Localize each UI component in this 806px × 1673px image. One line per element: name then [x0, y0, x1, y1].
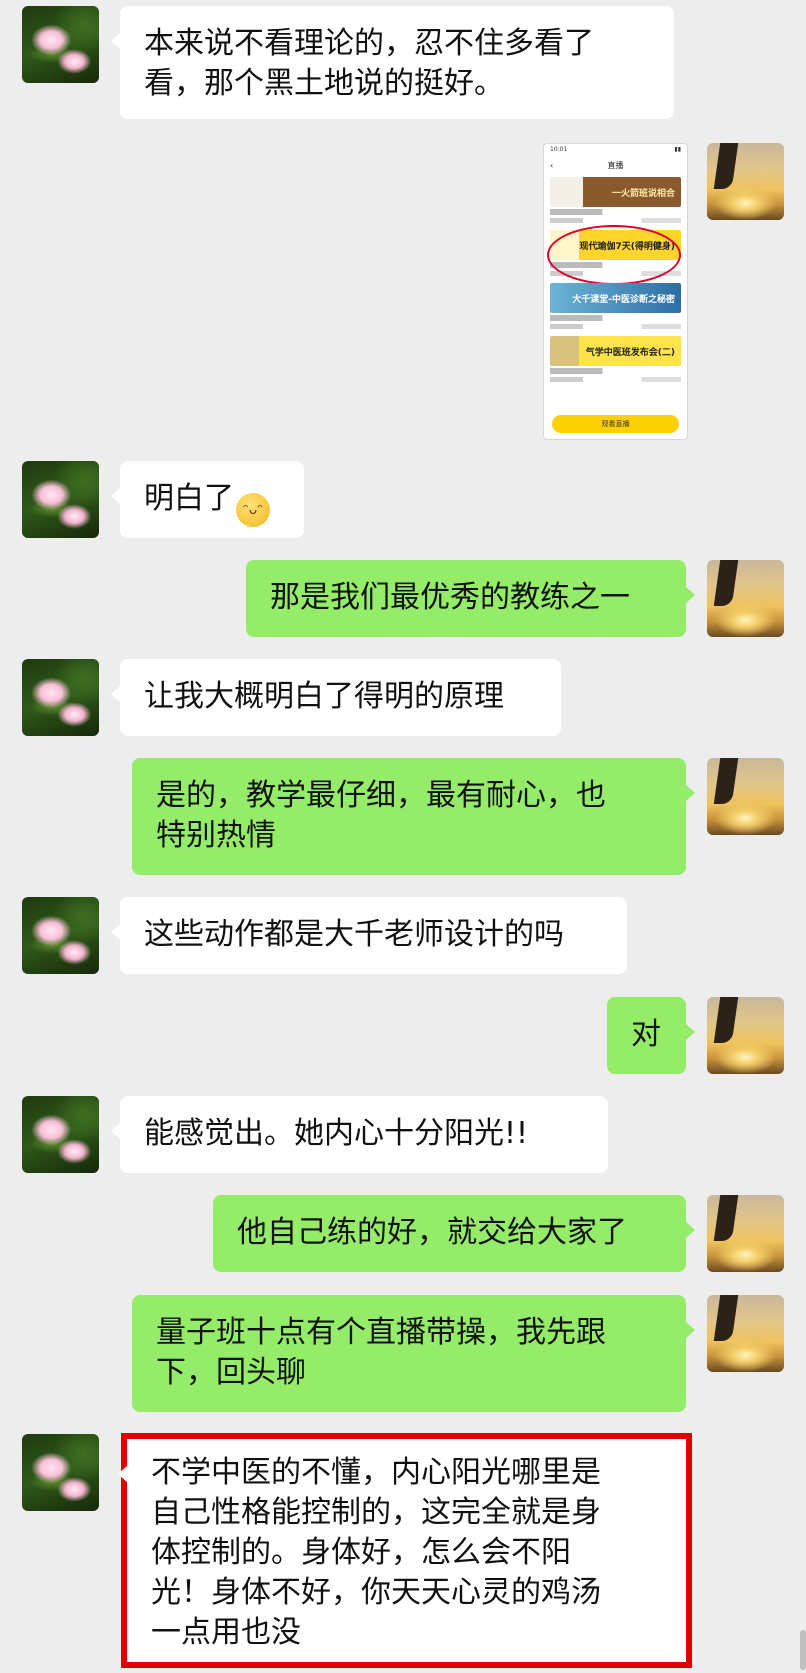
- thumb-watch-button: 观看直播: [552, 415, 679, 433]
- message-incoming-highlighted[interactable]: 不学中医的不懂，内心阳光哪里是 自己性格能控制的，这完全就是身 体控制的。身体好…: [118, 1439, 686, 1662]
- thumb-card: 现代瑜伽7天(得明健身): [547, 225, 681, 285]
- scrollbar[interactable]: [800, 1630, 806, 1670]
- message-outgoing[interactable]: 量子班十点有个直播带操，我先跟 下，回头聊: [132, 1295, 695, 1412]
- thumb-status-icons: ▮▮: [674, 146, 681, 153]
- message-incoming[interactable]: 能感觉出。她内心十分阳光!!: [111, 1096, 608, 1173]
- self-avatar[interactable]: [707, 758, 784, 835]
- message-outgoing[interactable]: 那是我们最优秀的教练之一: [246, 560, 695, 637]
- message-outgoing[interactable]: 他自己练的好，就交给大家了: [213, 1195, 695, 1272]
- self-avatar[interactable]: [707, 143, 784, 220]
- message-incoming[interactable]: 让我大概明白了得明的原理: [111, 659, 561, 736]
- contact-avatar[interactable]: [22, 1434, 99, 1511]
- thumb-card: 大千课堂-中医诊断之秘密: [550, 283, 681, 333]
- contact-avatar[interactable]: [22, 659, 99, 736]
- self-avatar[interactable]: [707, 1295, 784, 1372]
- message-incoming[interactable]: 明白了 ᵔᴗᵔ: [111, 461, 304, 538]
- thumb-title: 直播: [607, 161, 624, 170]
- thumb-card: 一火箭班说相合: [550, 177, 681, 227]
- grinning-face-emoji-icon: ᵔᴗᵔ: [236, 493, 270, 527]
- message-outgoing[interactable]: 是的，教学最仔细，最有耐心，也 特别热情: [132, 758, 695, 875]
- message-incoming[interactable]: 本来说不看理论的，忍不住多看了 看，那个黑土地说的挺好。: [111, 6, 674, 119]
- contact-avatar[interactable]: [22, 461, 99, 538]
- contact-avatar[interactable]: [22, 1096, 99, 1173]
- thumb-card: 气学中医班发布会(二): [550, 336, 681, 386]
- contact-avatar[interactable]: [22, 6, 99, 83]
- message-text: 明白了: [144, 481, 234, 516]
- message-incoming[interactable]: 这些动作都是大千老师设计的吗: [111, 897, 627, 974]
- thumb-back-icon: ‹: [550, 161, 554, 170]
- message-outgoing[interactable]: 对: [607, 997, 695, 1074]
- self-avatar[interactable]: [707, 1195, 784, 1272]
- contact-avatar[interactable]: [22, 897, 99, 974]
- image-message-thumbnail[interactable]: 10:01 ▮▮ ‹ 直播 一火箭班说相合 现代瑜伽7天(得明健身) 大千课堂-中医…: [543, 143, 688, 440]
- self-avatar[interactable]: [707, 997, 784, 1074]
- thumb-status-time: 10:01: [550, 146, 568, 153]
- self-avatar[interactable]: [707, 560, 784, 637]
